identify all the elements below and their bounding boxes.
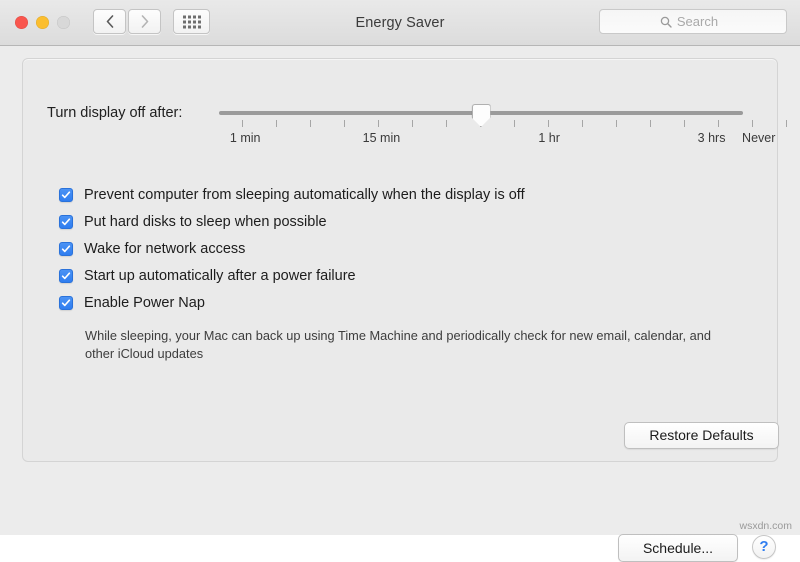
slider-scale-labels: 1 min 15 min 1 hr 3 hrs Never [219,131,775,151]
checkbox-power-nap[interactable] [59,295,73,310]
checkbox-startup-power-failure[interactable] [59,268,73,283]
display-sleep-label: Turn display off after: [47,105,183,121]
slider-tick [548,120,549,127]
watermark: wsxdn.com [739,520,792,532]
search-icon [660,16,672,28]
checkbox-prevent-sleep[interactable] [59,187,73,202]
slider-tick [446,120,447,127]
slider-tick [344,120,345,127]
check-icon [61,217,71,225]
slider-tick [752,120,753,127]
slider-scale-label: 3 hrs [697,131,726,145]
slider-tick [582,120,583,127]
slider-tick [650,120,651,127]
checkbox-row-prevent-sleep[interactable]: Prevent computer from sleeping automatic… [59,181,759,208]
power-nap-description: While sleeping, your Mac can back up usi… [85,328,711,361]
settings-panel: Turn display off after: 1 min 15 min 1 hr 3… [22,58,787,462]
schedule-button[interactable]: Schedule... [618,534,738,562]
help-button[interactable]: ? [752,535,776,559]
slider-tick [242,120,243,127]
preference-body: Turn display off after: 1 min 15 min 1 hr 3… [0,46,800,562]
slider-tick [786,120,787,127]
titlebar: Energy Saver Search [0,0,800,46]
checkbox-row-wake-network[interactable]: Wake for network access [59,235,759,262]
check-icon [61,271,71,279]
checkbox-row-startup-power-failure[interactable]: Start up automatically after a power fai… [59,262,759,289]
slider-tick [412,120,413,127]
search-input[interactable]: Search [677,14,718,29]
checkbox-row-hard-disk-sleep[interactable]: Put hard disks to sleep when possible [59,208,759,235]
checkbox-label: Enable Power Nap [84,294,205,311]
check-icon [61,244,71,252]
slider-tick [276,120,277,127]
checkbox-wake-network[interactable] [59,241,73,256]
display-sleep-slider-row: Turn display off after: 1 min 15 min 1 hr 3… [23,103,787,163]
options-checklist: Prevent computer from sleeping automatic… [59,181,759,316]
check-icon [61,190,71,198]
slider-scale-label: Never [742,131,776,145]
slider-scale-label: 15 min [362,131,401,145]
energy-saver-window: Energy Saver Search Turn display off aft… [0,0,800,562]
checkbox-label: Start up automatically after a power fai… [84,267,356,284]
checkbox-row-power-nap[interactable]: Enable Power Nap [59,289,759,316]
slider-tick [718,120,719,127]
checkbox-label: Prevent computer from sleeping automatic… [84,186,525,203]
slider-scale-label: 1 hr [538,131,560,145]
slider-tick [616,120,617,127]
checkbox-hard-disk-sleep[interactable] [59,214,73,229]
checkbox-label: Wake for network access [84,240,246,257]
slider-tick [684,120,685,127]
slider-scale-label: 1 min [229,131,261,145]
checkbox-label: Put hard disks to sleep when possible [84,213,327,230]
slider-tick [310,120,311,127]
search-field[interactable]: Search [599,9,787,34]
restore-defaults-button[interactable]: Restore Defaults [624,422,779,449]
slider-tick [514,120,515,127]
display-sleep-slider[interactable]: 1 min 15 min 1 hr 3 hrs Never [219,103,787,163]
slider-tick [378,120,379,127]
check-icon [61,298,71,306]
